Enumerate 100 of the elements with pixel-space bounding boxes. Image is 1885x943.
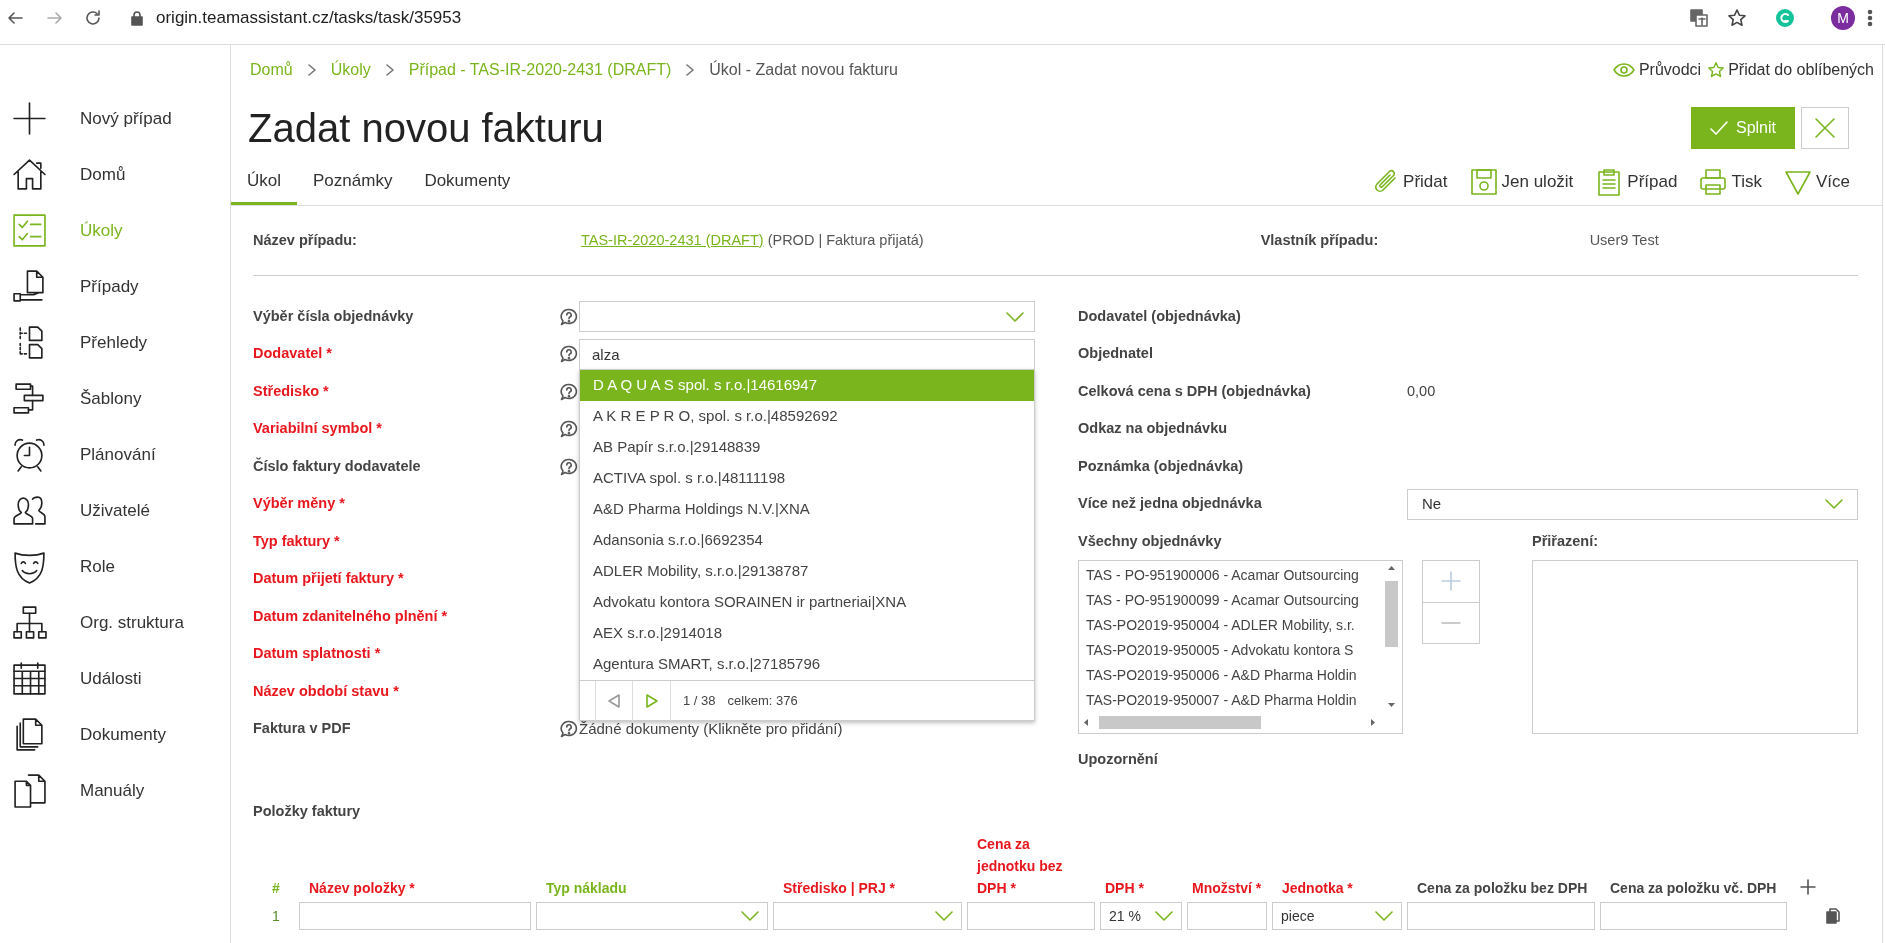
dropdown-option[interactable]: AEX s.r.o.|2914018 [580, 618, 1034, 649]
select-field[interactable] [579, 301, 1035, 333]
close-icon [1814, 116, 1836, 139]
sidebar-item[interactable]: Plánování [0, 437, 230, 472]
kebab-menu-icon[interactable] [1867, 9, 1873, 27]
document-hand-icon [12, 269, 47, 304]
toolbar-button[interactable]: Případ [1595, 168, 1678, 196]
plus-icon[interactable] [1800, 879, 1816, 895]
url-text[interactable]: origin.teamassistant.cz/tasks/task/35953 [156, 5, 462, 31]
sidebar-item[interactable]: Šablony [0, 381, 230, 416]
toolbar-button[interactable]: Více [1783, 168, 1850, 196]
order-option[interactable]: TAS-PO2019-950006 - A&D Pharma Holdin [1086, 663, 1357, 688]
sidebar-item[interactable]: Události [0, 661, 230, 696]
field-label: Typ faktury * [253, 531, 341, 551]
star-icon[interactable] [1727, 8, 1747, 28]
documents-link[interactable]: Žádné dokumenty (Klikněte pro přidání) [579, 718, 843, 741]
gantt-icon [12, 381, 47, 416]
select-field[interactable]: Ne [1407, 488, 1858, 520]
column-header: Středisko | PRJ * [782, 879, 897, 898]
sidebar-item[interactable]: Nový případ [0, 101, 230, 136]
total-count: celkem: 376 [727, 691, 798, 710]
dropdown-option[interactable]: Adansonia s.r.o.|6692354 [580, 525, 1034, 556]
select-field[interactable]: piece [1272, 902, 1402, 930]
dropdown-option[interactable]: Advokatu kontora SORAINEN ir partneriai|XNA [580, 587, 1034, 618]
eye-icon [1612, 63, 1635, 77]
help-icon[interactable] [560, 345, 578, 364]
sidebar-item[interactable]: Role [0, 549, 230, 584]
order-option[interactable]: TAS - PO-951900006 - Acamar Outsourcing [1086, 563, 1359, 588]
select-field[interactable] [773, 902, 962, 930]
documents-pair-icon [12, 773, 47, 808]
extension-icon[interactable] [1775, 8, 1795, 28]
input-field[interactable] [1600, 902, 1787, 930]
triangle-left-icon [608, 693, 620, 708]
field-label: Objednatel [1078, 344, 1154, 364]
plus-icon [1441, 571, 1461, 592]
field-label: Název období stavu * [253, 681, 400, 701]
forward-icon[interactable] [46, 9, 64, 27]
dropdown-option[interactable]: ACTIVA spol. s r.o.|48111198 [580, 463, 1034, 494]
order-option[interactable]: TAS-PO2019-950007 - A&D Pharma Holdin [1086, 688, 1357, 713]
favorites-link[interactable]: Přidat do oblíbených [1728, 58, 1874, 82]
help-icon[interactable] [560, 307, 578, 326]
dropdown-option[interactable]: Agentura SMART, s.r.o.|27185796 [580, 649, 1034, 680]
reload-icon[interactable] [84, 9, 102, 27]
sidebar-item[interactable]: Dokumenty [0, 717, 230, 752]
order-option[interactable]: TAS - PO-951900099 - Acamar Outsourcing [1086, 588, 1359, 613]
checklist-icon [12, 213, 47, 248]
toolbar-button[interactable]: Jen uložit [1469, 168, 1574, 196]
row-number: 1 [271, 906, 281, 926]
input-field[interactable] [1187, 902, 1267, 930]
back-icon[interactable] [6, 9, 24, 27]
order-option[interactable]: TAS-PO2019-950004 - ADLER Mobility, s.r. [1086, 613, 1355, 638]
sidebar-item[interactable]: Org. struktura [0, 605, 230, 640]
mask-icon [12, 549, 47, 584]
guides-link[interactable]: Průvodci [1638, 58, 1702, 82]
column-header: # [271, 879, 281, 898]
profile-avatar[interactable]: M [1831, 6, 1855, 30]
field-label: Vlastník případu: [1260, 230, 1380, 250]
toolbar-button[interactable]: Přidat [1371, 168, 1448, 196]
field-label: Poznámka (objednávka) [1078, 456, 1245, 476]
help-icon[interactable] [560, 420, 578, 439]
order-option[interactable]: TAS-PO2019-950005 - Advokatu kontora S [1086, 638, 1354, 663]
input-field[interactable] [1407, 902, 1595, 930]
triangle-right-icon [645, 693, 658, 708]
help-icon[interactable] [560, 720, 578, 739]
close-button[interactable] [1801, 106, 1849, 149]
copy-icon[interactable] [1826, 908, 1840, 924]
tab[interactable]: Úkol [231, 159, 297, 205]
printer-icon [1699, 168, 1728, 196]
breadcrumb-current: Úkol - Zadat novou fakturu [709, 59, 898, 80]
sidebar-item[interactable]: Manuály [0, 773, 230, 808]
org-chart-icon [12, 605, 47, 640]
tab[interactable]: Poznámky [297, 159, 409, 205]
house-icon [12, 157, 47, 192]
sidebar-item[interactable]: Uživatelé [0, 493, 230, 528]
help-icon[interactable] [560, 382, 578, 401]
field-label: Celková cena s DPH (objednávka) [1078, 381, 1312, 401]
dropdown-option[interactable]: A K R E P R O, spol. s r.o.|48592692 [580, 401, 1034, 432]
star-icon [1707, 61, 1726, 79]
tab[interactable]: Dokumenty [408, 159, 527, 205]
translate-icon[interactable] [1689, 8, 1709, 28]
sidebar-item[interactable]: Přehledy [0, 325, 230, 360]
field-label: Výběr čísla objednávky [253, 306, 415, 326]
dropdown-option[interactable]: ADLER Mobility, s.r.o.|29138787 [580, 556, 1034, 587]
input-field[interactable] [299, 902, 531, 930]
help-icon[interactable] [560, 457, 578, 476]
dropdown-option[interactable]: A&D Pharma Holdings N.V.|XNA [580, 494, 1034, 525]
select-field[interactable]: 21 % [1100, 902, 1182, 930]
previous-page-button[interactable] [595, 680, 633, 721]
sidebar-item[interactable]: Domů [0, 157, 230, 192]
select-field[interactable] [536, 902, 768, 930]
input-field[interactable] [967, 902, 1095, 930]
chevron-down-icon [935, 911, 953, 921]
column-header: Typ nákladu [545, 879, 628, 898]
dropdown-option[interactable]: AB Papír s.r.o.|29148839 [580, 432, 1034, 463]
column-header: Cena za položku bez DPH [1416, 879, 1589, 898]
toolbar-button[interactable]: Tisk [1699, 168, 1762, 196]
orders-listbox[interactable] [1078, 560, 1403, 734]
field-label: Název případu: [253, 230, 358, 250]
field-label: Středisko * [253, 381, 330, 401]
sidebar-item[interactable]: Případy [0, 269, 230, 304]
